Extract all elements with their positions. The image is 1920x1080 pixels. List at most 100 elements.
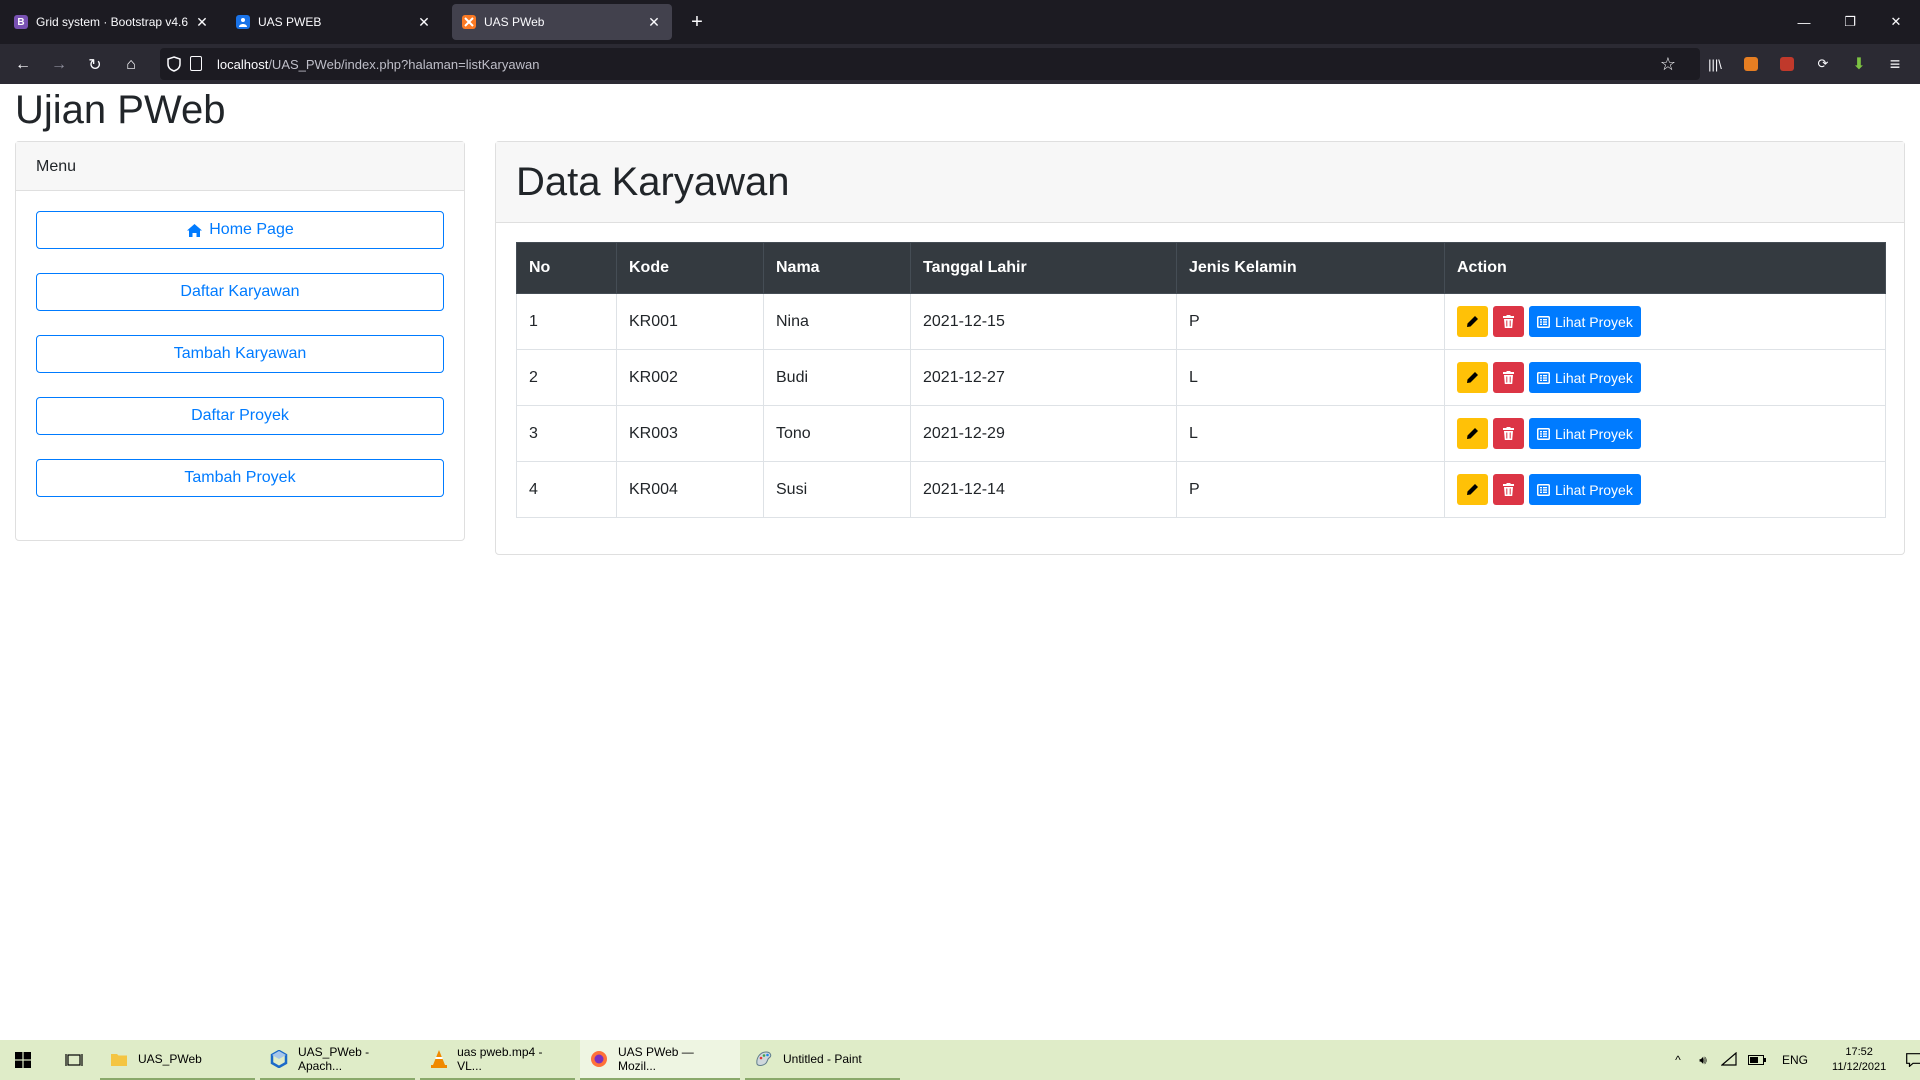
tracking-shield-icon[interactable] — [166, 55, 182, 73]
delete-button[interactable] — [1493, 418, 1524, 449]
data-karyawan-card: Data Karyawan No Kode Nama Tanggal Lahir… — [495, 141, 1905, 555]
column-header-nama: Nama — [763, 242, 911, 294]
taskbar-item-firefox[interactable]: UAS PWeb — Mozil... — [580, 1040, 740, 1080]
url-bar[interactable]: localhost/UAS_PWeb/index.php?halaman=lis… — [160, 48, 1700, 80]
battery-icon[interactable] — [1748, 1055, 1766, 1065]
cell-jenis-kelamin: L — [1176, 349, 1445, 406]
cell-tanggal-lahir: 2021-12-29 — [910, 405, 1177, 462]
download-icon[interactable]: ⬇ — [1849, 54, 1869, 74]
back-icon[interactable]: ← — [10, 52, 36, 78]
hamburger-menu-icon[interactable]: ≡ — [1885, 54, 1905, 74]
ublock-icon[interactable] — [1777, 54, 1797, 74]
cell-jenis-kelamin: P — [1176, 461, 1445, 518]
window-close-icon[interactable]: ✕ — [1874, 0, 1918, 44]
pencil-icon — [1466, 427, 1479, 440]
url-text[interactable]: localhost/UAS_PWeb/index.php?halaman=lis… — [217, 57, 539, 72]
action-group: Lihat Proyek — [1457, 418, 1873, 449]
trash-icon — [1503, 315, 1514, 328]
start-button[interactable] — [10, 1040, 36, 1080]
edit-button[interactable] — [1457, 362, 1488, 393]
browser-tab-bar: B Grid system · Bootstrap v4.6 ✕ UAS PWE… — [0, 0, 1920, 44]
tambah-proyek-button[interactable]: Tambah Proyek — [36, 459, 444, 497]
cell-action: Lihat Proyek — [1444, 349, 1886, 406]
delete-button[interactable] — [1493, 362, 1524, 393]
home-page-button[interactable]: Home Page — [36, 211, 444, 249]
cell-kode: KR001 — [616, 293, 764, 350]
cell-action: Lihat Proyek — [1444, 461, 1886, 518]
data-card-header: Data Karyawan — [496, 142, 1904, 223]
sync-extension-icon[interactable]: ⟳ — [1813, 54, 1833, 74]
pencil-icon — [1466, 315, 1479, 328]
daftar-proyek-button[interactable]: Daftar Proyek — [36, 397, 444, 435]
taskbar-item-explorer[interactable]: UAS_PWeb — [100, 1040, 255, 1080]
extension-fox-icon[interactable] — [1741, 54, 1761, 74]
language-indicator[interactable]: ENG — [1782, 1053, 1808, 1067]
page-icon — [190, 56, 202, 71]
delete-button[interactable] — [1493, 306, 1524, 337]
lihat-proyek-button[interactable]: Lihat Proyek — [1529, 362, 1641, 393]
windows-icon — [15, 1052, 31, 1068]
restore-icon[interactable]: ❐ — [1828, 0, 1872, 44]
browser-nav-bar: ← → ↻ ⌂ localhost/UAS_PWeb/index.php?hal… — [0, 44, 1920, 84]
taskbar-label: UAS PWeb — Mozil... — [618, 1045, 694, 1073]
table-row: 1 KR001 Nina 2021-12-15 P Lihat Proyek — [516, 293, 1886, 350]
reload-icon[interactable]: ↻ — [82, 52, 108, 78]
trash-icon — [1503, 427, 1514, 440]
home-browser-icon[interactable]: ⌂ — [118, 52, 144, 78]
volume-icon[interactable]: 🔊︎ — [1692, 1053, 1714, 1068]
netbeans-icon — [270, 1050, 288, 1068]
person-icon — [236, 15, 250, 29]
close-tab-icon[interactable]: ✕ — [646, 14, 662, 30]
browser-tab-active[interactable]: UAS PWeb ✕ — [452, 4, 672, 40]
taskbar-item-paint[interactable]: Untitled - Paint — [745, 1040, 900, 1080]
browser-tab[interactable]: UAS PWEB ✕ — [226, 4, 442, 40]
folder-icon — [110, 1050, 128, 1068]
forward-icon[interactable]: → — [46, 52, 72, 78]
library-icon[interactable]: |||\ — [1705, 54, 1725, 74]
column-header-kode: Kode — [616, 242, 764, 294]
task-view-button[interactable] — [60, 1040, 88, 1080]
cell-jenis-kelamin: P — [1176, 293, 1445, 350]
delete-button[interactable] — [1493, 474, 1524, 505]
cell-action: Lihat Proyek — [1444, 293, 1886, 350]
cell-kode: KR004 — [616, 461, 764, 518]
lihat-proyek-button[interactable]: Lihat Proyek — [1529, 474, 1641, 505]
cell-tanggal-lahir: 2021-12-27 — [910, 349, 1177, 406]
edit-button[interactable] — [1457, 306, 1488, 337]
cell-no: 3 — [516, 405, 617, 462]
system-tray: ^ 🔊︎ ENG 17:52 11/12/2021 — [1668, 1040, 1920, 1080]
browser-tab[interactable]: B Grid system · Bootstrap v4.6 ✕ — [4, 4, 220, 40]
edit-button[interactable] — [1457, 418, 1488, 449]
list-icon — [1537, 427, 1550, 440]
pencil-icon — [1466, 371, 1479, 384]
edit-button[interactable] — [1457, 474, 1488, 505]
network-icon[interactable] — [1718, 1051, 1740, 1069]
pencil-icon — [1466, 483, 1479, 496]
close-tab-icon[interactable]: ✕ — [416, 14, 432, 30]
clock[interactable]: 17:52 11/12/2021 — [1832, 1045, 1886, 1075]
column-header-action: Action — [1444, 242, 1886, 294]
new-tab-icon[interactable]: + — [685, 10, 709, 34]
lihat-proyek-button[interactable]: Lihat Proyek — [1529, 306, 1641, 337]
taskbar-item-vlc[interactable]: uas pweb.mp4 - VL... — [420, 1040, 575, 1080]
cell-jenis-kelamin: L — [1176, 405, 1445, 462]
cell-tanggal-lahir: 2021-12-14 — [910, 461, 1177, 518]
clock-time: 17:52 — [1845, 1046, 1873, 1058]
tab-title: UAS PWeb — [484, 15, 545, 29]
tambah-karyawan-button[interactable]: Tambah Karyawan — [36, 335, 444, 373]
cell-nama: Tono — [763, 405, 911, 462]
list-icon — [1537, 315, 1550, 328]
column-header-tanggal-lahir: Tanggal Lahir — [910, 242, 1177, 294]
lihat-proyek-button[interactable]: Lihat Proyek — [1529, 418, 1641, 449]
minimize-icon[interactable]: — — [1782, 0, 1826, 44]
cell-kode: KR002 — [616, 349, 764, 406]
notification-icon[interactable] — [1906, 1053, 1920, 1067]
daftar-karyawan-button[interactable]: Daftar Karyawan — [36, 273, 444, 311]
close-tab-icon[interactable]: ✕ — [194, 14, 210, 30]
show-hidden-icons-icon[interactable]: ^ — [1668, 1053, 1688, 1067]
taskbar-item-netbeans[interactable]: UAS_PWeb - Apach... — [260, 1040, 415, 1080]
bookmark-star-icon[interactable]: ☆ — [1660, 54, 1676, 75]
taskbar-label: UAS_PWeb — [138, 1052, 202, 1066]
column-header-jenis-kelamin: Jenis Kelamin — [1176, 242, 1445, 294]
trash-icon — [1503, 483, 1514, 496]
